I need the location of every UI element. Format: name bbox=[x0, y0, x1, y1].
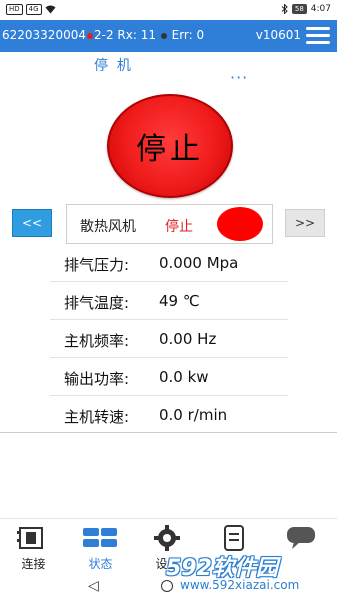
reading-row-output-power: 输出功率: 0.0 kw bbox=[50, 358, 288, 396]
reading-value: 0.0 r/min bbox=[159, 406, 228, 424]
reading-value: 0.00 Hz bbox=[159, 330, 217, 348]
tab-connection[interactable]: 连接 bbox=[0, 519, 67, 575]
link-status: 2-2 Rx: 11 bbox=[93, 28, 156, 42]
reading-row-main-speed: 主机转速: 0.0 r/min bbox=[50, 396, 288, 434]
reading-row-exhaust-temperature: 排气温度: 49 ℃ bbox=[50, 282, 288, 320]
battery-indicator: 58 bbox=[291, 4, 307, 14]
previous-device-button[interactable]: << bbox=[12, 209, 52, 237]
tab-status[interactable]: 状态 bbox=[67, 519, 134, 575]
clock: 4:07 bbox=[310, 4, 331, 14]
connection-icon bbox=[17, 527, 43, 549]
firmware-version: v10601 bbox=[255, 28, 301, 42]
tab-label: 连接 bbox=[21, 557, 46, 571]
tab-label: 状态 bbox=[88, 557, 113, 571]
stop-button-label: 停止 bbox=[136, 132, 204, 167]
watermark: 592软件园 www.592xiazai.com bbox=[160, 548, 335, 600]
device-state-indicator[interactable] bbox=[217, 207, 263, 241]
back-icon[interactable]: ◁ bbox=[88, 578, 99, 594]
reading-label: 排气温度: bbox=[64, 294, 130, 312]
app-header: 62203320004 2-2 Rx: 11 Err: 0 v10601 bbox=[0, 20, 337, 52]
reading-label: 主机转速: bbox=[64, 408, 130, 426]
reading-label: 输出功率: bbox=[64, 370, 130, 388]
menu-icon[interactable] bbox=[306, 26, 330, 46]
readings-list: 排气压力: 0.000 Mpa 排气温度: 49 ℃ 主机频率: 0.00 Hz… bbox=[50, 244, 288, 434]
wifi-icon bbox=[45, 5, 56, 14]
reading-label: 主机频率: bbox=[64, 332, 130, 350]
reading-value: 0.000 Mpa bbox=[159, 254, 239, 272]
error-count: Err: 0 bbox=[171, 28, 205, 42]
app-screen: HD 4G 58 4:07 62203320004 2-2 Rx: 11 Err:… bbox=[0, 0, 337, 600]
status-icon bbox=[83, 528, 117, 547]
connection-info: 62203320004 2-2 Rx: 11 Err: 0 bbox=[2, 28, 204, 42]
reading-value: 0.0 kw bbox=[159, 368, 209, 386]
bluetooth-icon bbox=[281, 4, 288, 14]
reading-label: 排气压力: bbox=[64, 256, 130, 274]
device-name: 散热风机 bbox=[80, 219, 136, 235]
more-options-icon[interactable]: ··· bbox=[230, 68, 248, 87]
hd-badge: HD bbox=[6, 4, 23, 15]
network-badge: 4G bbox=[25, 4, 42, 15]
reading-value: 49 ℃ bbox=[159, 292, 200, 310]
system-status-bar: HD 4G 58 4:07 bbox=[0, 0, 337, 20]
watermark-url: www.592xiazai.com bbox=[180, 578, 300, 592]
content-divider bbox=[0, 432, 337, 433]
link-status-dot bbox=[86, 32, 93, 39]
stop-button[interactable]: 停止 bbox=[107, 94, 233, 198]
reading-row-exhaust-pressure: 排气压力: 0.000 Mpa bbox=[50, 244, 288, 282]
next-device-button[interactable]: >> bbox=[285, 209, 325, 237]
error-status-dot bbox=[160, 32, 167, 39]
reading-row-main-frequency: 主机频率: 0.00 Hz bbox=[50, 320, 288, 358]
device-state: 停止 bbox=[165, 219, 193, 235]
device-id: 62203320004 bbox=[2, 28, 86, 42]
device-panel: 散热风机 停止 bbox=[66, 204, 273, 244]
machine-state-label: 停 机 bbox=[94, 58, 131, 74]
